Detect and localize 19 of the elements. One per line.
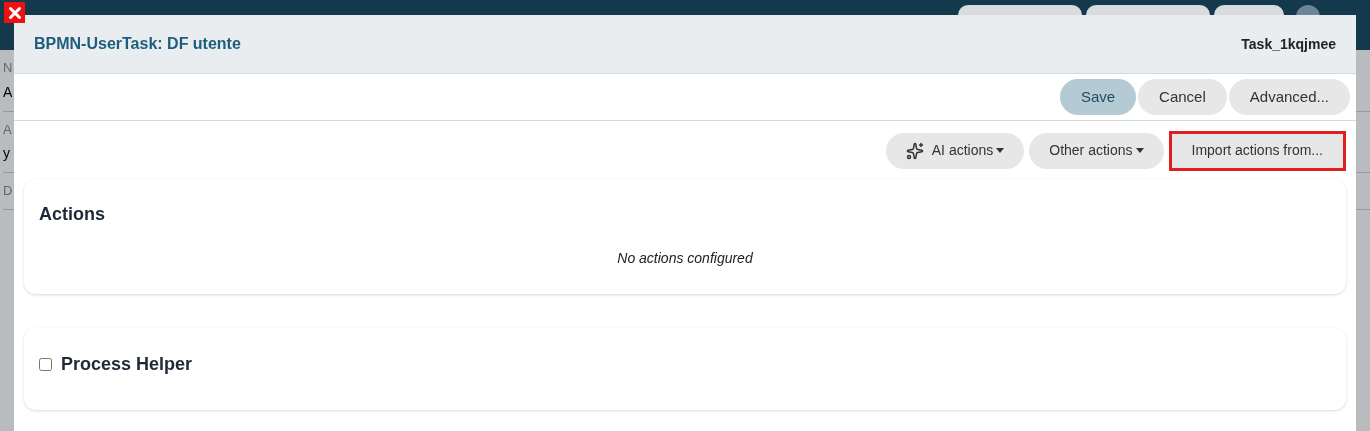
action-button[interactable]: AI actions [885,132,1025,169]
card-title: Actions [39,203,106,226]
dialog-button[interactable]: Advanced... [1228,79,1350,115]
task-id: Task_1kqjmee [1241,34,1336,54]
field-label: D [3,182,13,200]
empty-message: No actions configured [617,249,753,268]
card-title: Process Helper [61,353,193,376]
close-icon[interactable] [4,2,25,23]
field-value: y [3,144,10,163]
save-button[interactable]: Save [1059,79,1137,115]
checkbox[interactable] [39,358,52,371]
field-value: A [3,82,13,102]
sparkles-icon [905,141,924,160]
dialog-button[interactable]: Cancel [1138,79,1227,115]
action-button[interactable]: Other actions [1029,132,1164,169]
dialog-title: BPMN-UserTask: DF utente [34,34,241,54]
field-label: A [3,120,12,139]
action-button[interactable]: Import actions from... [1168,130,1346,171]
field-label: N [3,59,13,77]
